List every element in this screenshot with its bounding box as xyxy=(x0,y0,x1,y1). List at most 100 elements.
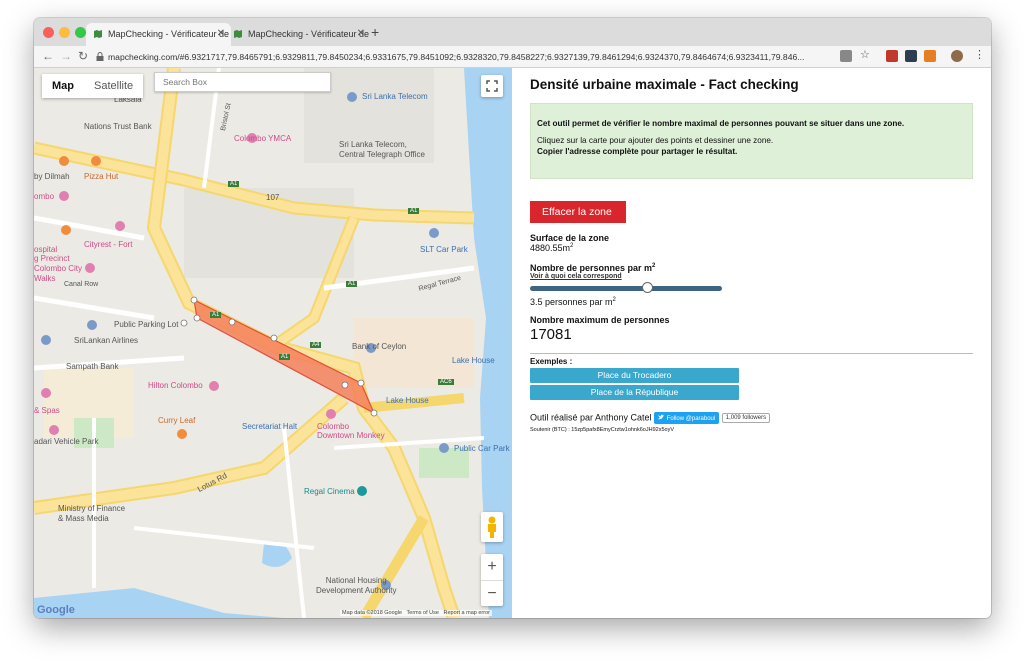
maximize-window-button[interactable] xyxy=(75,27,86,38)
map-label: Hilton Colombo xyxy=(148,381,203,390)
address-bar[interactable]: mapchecking.com/#6.9321717,79.8465791;6.… xyxy=(92,48,862,66)
map-label: Canal Row xyxy=(64,281,99,288)
follow-label: Follow @paraboul xyxy=(666,416,716,422)
surface-exponent: 2 xyxy=(570,243,574,249)
map-label: Public Car Park xyxy=(454,444,510,453)
tab-title: MapChecking - Vérificateur de xyxy=(248,29,370,39)
btc-support: Soutenir (BTC) : 15zp5pafx8EmyCrztw1ohnk… xyxy=(530,427,674,433)
density-label-text: Nombre de personnes par m xyxy=(530,263,653,273)
fact-check-panel: Densité urbaine maximale - Fact checking… xyxy=(512,68,991,618)
example-trocadero-button[interactable]: Place du Trocadero xyxy=(530,368,739,383)
street-view-pegman[interactable] xyxy=(481,512,503,542)
clear-zone-button[interactable]: Effacer la zone xyxy=(530,201,626,223)
back-icon[interactable]: ← xyxy=(42,49,54,63)
road-shield: A1 xyxy=(228,181,240,187)
divider xyxy=(530,353,973,354)
surface-value: 4880.55m2 xyxy=(530,243,973,253)
map-label: Secretariat Halt xyxy=(242,422,298,431)
map-label: Bank of Ceylon xyxy=(352,342,407,351)
extension-icon[interactable] xyxy=(905,50,917,62)
map-label: Nations Trust Bank xyxy=(84,122,152,131)
info-share: Copier l'adresse complète pour partager … xyxy=(537,147,738,156)
map-label: SLT Car Park xyxy=(420,245,468,254)
forward-icon[interactable]: → xyxy=(60,49,72,63)
profile-avatar[interactable] xyxy=(951,50,963,62)
map-label: Pizza Hut xyxy=(84,172,119,181)
info-instruction: Cliquez sur la carte pour ajouter des po… xyxy=(537,136,774,145)
map-label: Public Parking Lot xyxy=(114,320,179,329)
map-label: National Housing Development Authority xyxy=(316,576,397,595)
road-shield: A1 xyxy=(210,312,222,318)
density-value-exponent: 2 xyxy=(612,297,616,303)
max-people-value: 17081 xyxy=(530,326,572,343)
map-type-satellite-button[interactable]: Satellite xyxy=(84,74,143,98)
density-exponent: 2 xyxy=(652,263,656,269)
road-shield: A1 xyxy=(346,281,358,287)
map-label: 107 xyxy=(266,193,280,202)
bookmark-star-icon[interactable]: ☆ xyxy=(860,48,872,61)
map-search-input[interactable] xyxy=(154,72,331,92)
extension-icon[interactable] xyxy=(924,50,936,62)
map-label: g Precinct xyxy=(34,254,70,263)
surface-label: Surface de la zone xyxy=(530,233,610,243)
slider-thumb[interactable] xyxy=(642,282,654,293)
fullscreen-button[interactable] xyxy=(481,75,503,97)
map-label: SriLankan Airlines xyxy=(74,336,139,345)
map-attribution: Map data ©2018 Google Terms of Use Repor… xyxy=(340,610,492,616)
max-people-label: Nombre maximum de personnes xyxy=(530,315,670,325)
google-logo: Google xyxy=(37,604,75,616)
tab-mapchecking-2[interactable]: MapChecking - Vérificateur de ✕ xyxy=(226,23,371,46)
map-label: ospital xyxy=(34,245,58,254)
map-area[interactable]: Sri Lanka Telecom Laksala Nations Trust … xyxy=(34,68,512,618)
terms-link[interactable]: Terms of Use xyxy=(407,610,439,616)
info-description: Cet outil permet de vérifier le nombre m… xyxy=(537,119,905,128)
map-label: Cityrest - Fort xyxy=(84,240,133,249)
menu-icon[interactable]: ⋮ xyxy=(974,48,986,61)
extension-icon[interactable] xyxy=(886,50,898,62)
zoom-in-button[interactable]: + xyxy=(481,554,503,580)
examples-label: Exemples : xyxy=(530,357,573,366)
map-label: Colombo Downtown Monkey xyxy=(317,422,385,440)
tab-title: MapChecking - Vérificateur de xyxy=(108,29,230,39)
map-label: Colombo City xyxy=(34,264,83,273)
map-label: adari Vehicle Park xyxy=(34,437,99,446)
surface-number: 4880.55m xyxy=(530,243,571,253)
close-window-button[interactable] xyxy=(43,27,54,38)
map-type-map-button[interactable]: Map xyxy=(42,74,84,98)
reload-icon[interactable]: ↻ xyxy=(78,49,88,63)
url-text: mapchecking.com/#6.9321717,79.8465791;6.… xyxy=(108,52,805,62)
close-tab-icon[interactable]: ✕ xyxy=(217,28,225,39)
map-label: Sampath Bank xyxy=(66,362,119,371)
road-shield: A1 xyxy=(279,354,291,360)
road-shield: A1 xyxy=(408,208,420,214)
map-label: Lake House xyxy=(452,356,495,365)
twitter-bird-icon xyxy=(658,414,665,420)
zoom-out-button[interactable]: − xyxy=(481,580,503,607)
map-type-control: Map Satellite xyxy=(42,74,144,98)
page-title: Densité urbaine maximale - Fact checking xyxy=(530,77,799,92)
map-label: Walks xyxy=(34,274,56,283)
new-tab-button[interactable]: + xyxy=(371,24,379,40)
close-tab-icon[interactable]: ✕ xyxy=(357,28,365,39)
example-republique-button[interactable]: Place de la République xyxy=(530,385,739,400)
density-slider[interactable] xyxy=(530,282,722,293)
map-label: & Spas xyxy=(34,406,60,415)
map-label: ombo xyxy=(34,192,55,201)
tab-mapchecking-1[interactable]: MapChecking - Vérificateur de ✕ xyxy=(86,23,231,46)
map-label: by Dilmah xyxy=(34,172,70,181)
density-value: 3.5 personnes par m2 xyxy=(530,297,973,307)
minimize-window-button[interactable] xyxy=(59,27,70,38)
road-shield: A4 xyxy=(310,342,322,348)
translate-icon[interactable] xyxy=(840,50,852,62)
followers-count: 1,009 followers xyxy=(721,413,771,423)
map-label: Regal Cinema xyxy=(304,487,355,496)
browser-toolbar: ← → ↻ mapchecking.com/#6.9321717,79.8465… xyxy=(34,46,991,68)
density-label: Nombre de personnes par m2 xyxy=(530,263,973,273)
report-error-link[interactable]: Report a map error xyxy=(444,610,490,616)
density-help-link[interactable]: Voir à quoi cela correspond xyxy=(530,273,973,280)
author-line: Outil réalisé par Anthony Catel Follow @… xyxy=(530,412,973,424)
zoom-control: + − xyxy=(481,554,503,606)
browser-window: MapChecking - Vérificateur de ✕ MapCheck… xyxy=(34,18,991,618)
twitter-follow-button[interactable]: Follow @paraboul xyxy=(654,412,720,424)
map-label: Lake House xyxy=(386,396,429,405)
